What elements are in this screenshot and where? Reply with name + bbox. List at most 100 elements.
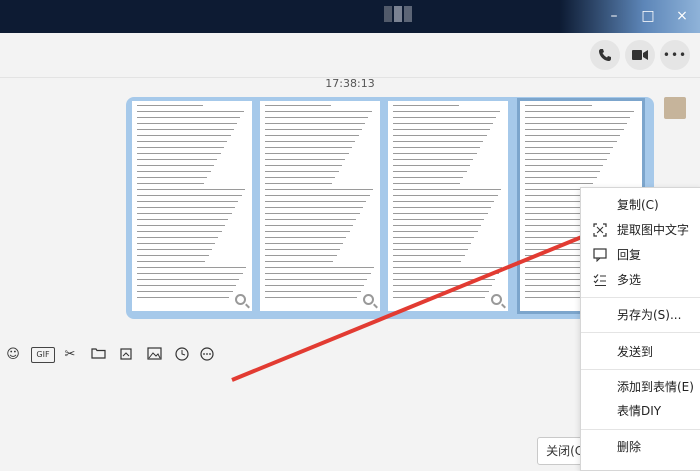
- minimize-icon[interactable]: –: [606, 8, 622, 24]
- text-line: [393, 135, 487, 136]
- menu-item-label: 多选: [617, 273, 642, 287]
- video-icon: [632, 50, 648, 60]
- text-line: [525, 117, 631, 118]
- text-line: [393, 159, 474, 160]
- menu-item-label: 添加到表情(E): [617, 380, 694, 394]
- text-line: [393, 237, 475, 238]
- text-line: [265, 117, 369, 118]
- text-line: [137, 111, 244, 112]
- text-line: [265, 201, 367, 202]
- text-line: [265, 291, 361, 292]
- scissors-icon[interactable]: ✂: [62, 347, 78, 363]
- menu-item-label: 删除: [617, 440, 642, 454]
- text-line: [137, 177, 208, 178]
- text-line: [525, 147, 614, 148]
- text-line: [265, 207, 363, 208]
- window-titlebar: – □ ×: [0, 0, 700, 33]
- screenshot-icon[interactable]: [118, 347, 134, 363]
- text-line: [393, 189, 501, 190]
- text-line: [137, 219, 229, 220]
- zoom-icon[interactable]: [235, 294, 246, 305]
- text-line: [393, 219, 485, 220]
- menu-item-send-to[interactable]: 发送到: [581, 339, 700, 365]
- text-line: [137, 129, 234, 130]
- text-line: [525, 105, 593, 106]
- text-line: [393, 273, 499, 274]
- text-line: [393, 201, 495, 202]
- text-line: [393, 291, 489, 292]
- text-line: [137, 255, 209, 256]
- text-line: [393, 141, 484, 142]
- text-line: [265, 279, 368, 280]
- image-text-lines: [260, 101, 380, 298]
- chat-image-3[interactable]: [388, 101, 508, 311]
- text-line: [137, 189, 245, 190]
- phone-call-button[interactable]: [590, 40, 620, 70]
- menu-item-extract-text[interactable]: 提取图中文字: [581, 217, 700, 243]
- text-line: [137, 183, 205, 184]
- text-line: [137, 297, 230, 298]
- folder-icon[interactable]: [90, 347, 106, 363]
- more-options-button[interactable]: •••: [660, 40, 690, 70]
- text-line: [265, 141, 356, 142]
- menu-item-multiselect[interactable]: 多选: [581, 267, 700, 293]
- text-line: [137, 207, 235, 208]
- text-line: [525, 123, 627, 124]
- text-line: [265, 261, 334, 262]
- text-line: [137, 231, 222, 232]
- text-line: [265, 267, 374, 268]
- text-line: [137, 123, 238, 124]
- gif-icon[interactable]: GIF: [31, 347, 55, 363]
- text-line: [525, 159, 607, 160]
- text-line: [393, 129, 490, 130]
- text-line: [137, 279, 240, 280]
- text-line: [265, 123, 366, 124]
- text-line: [137, 261, 206, 262]
- menu-divider: [581, 369, 700, 370]
- text-line: [525, 177, 597, 178]
- text-line: [525, 135, 621, 136]
- menu-item-sticker-diy[interactable]: 表情DIY: [581, 398, 700, 424]
- menu-item-reply[interactable]: 回复: [581, 242, 700, 268]
- text-line: [393, 177, 464, 178]
- text-line: [137, 213, 232, 214]
- emoji-icon[interactable]: ☺: [5, 347, 21, 363]
- menu-item-add-to-stickers[interactable]: 添加到表情(E): [581, 374, 700, 400]
- zoom-icon[interactable]: [363, 294, 374, 305]
- maximize-icon[interactable]: □: [640, 8, 656, 24]
- reply-icon: [593, 248, 607, 263]
- text-line: [525, 183, 594, 184]
- image-icon[interactable]: [146, 347, 162, 363]
- menu-item-label: 提取图中文字: [617, 223, 690, 237]
- menu-item-delete[interactable]: 删除: [581, 434, 700, 460]
- text-line: [137, 117, 241, 118]
- avatar[interactable]: [664, 97, 686, 119]
- time-icon[interactable]: [174, 347, 190, 363]
- chat-image-2[interactable]: [260, 101, 380, 311]
- text-line: [265, 147, 352, 148]
- menu-item-label: 表情DIY: [617, 404, 662, 418]
- text-line: [393, 183, 461, 184]
- zoom-icon[interactable]: [491, 294, 502, 305]
- text-line: [265, 153, 349, 154]
- menu-item-save-as[interactable]: 另存为(S)...: [581, 302, 700, 328]
- menu-item-label: 另存为(S)...: [617, 308, 682, 322]
- close-icon[interactable]: ×: [674, 8, 690, 24]
- menu-item-copy[interactable]: 复制(C): [581, 192, 700, 218]
- menu-item-label: 回复: [617, 248, 642, 262]
- text-line: [393, 195, 498, 196]
- text-line: [393, 207, 491, 208]
- chat-image-1[interactable]: [132, 101, 252, 311]
- text-line: [393, 231, 478, 232]
- text-line: [265, 159, 346, 160]
- text-line: [393, 165, 470, 166]
- text-line: [137, 195, 242, 196]
- image-message-bubble[interactable]: [126, 97, 654, 319]
- checklist-icon: [593, 273, 607, 287]
- text-line: [137, 225, 225, 226]
- more-dots-icon[interactable]: [199, 347, 215, 363]
- text-line: [137, 147, 224, 148]
- text-line: [265, 225, 353, 226]
- menu-divider: [581, 297, 700, 298]
- video-call-button[interactable]: [625, 40, 655, 70]
